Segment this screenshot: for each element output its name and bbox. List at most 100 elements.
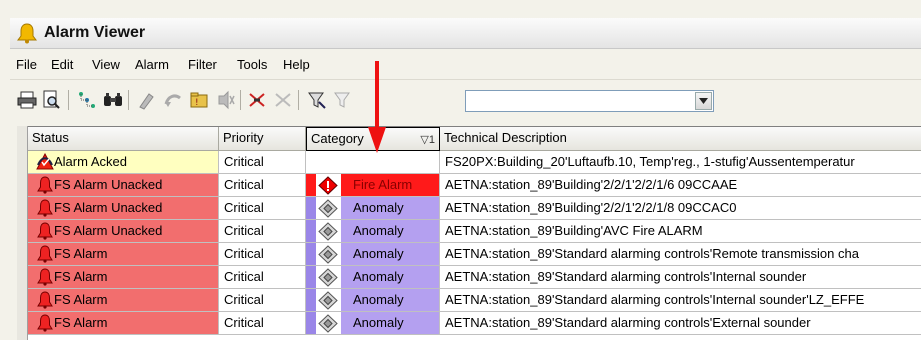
priority-cell[interactable]: Critical xyxy=(219,151,306,174)
column-header-status[interactable]: Status xyxy=(28,127,219,151)
category-label: Anomaly xyxy=(341,220,439,242)
title-bar: Alarm Viewer xyxy=(10,18,921,49)
category-stripe xyxy=(306,289,316,311)
toolbar-separator xyxy=(68,90,69,110)
table-row[interactable]: FS Alarm Critical Anomaly AETNA:station_… xyxy=(18,266,921,289)
bell-icon xyxy=(17,23,37,44)
description-cell[interactable]: FS20PX:Building_20'Luftaufb.10, Temp'reg… xyxy=(440,151,921,174)
alarm-table: Status Priority Category ▽1 Technical De… xyxy=(17,126,921,340)
menu-help[interactable]: Help xyxy=(283,57,310,72)
category-cell[interactable]: Anomaly xyxy=(306,220,440,243)
description-cell[interactable]: AETNA:station_89'Standard alarming contr… xyxy=(440,243,921,266)
category-cell[interactable]: Anomaly xyxy=(306,243,440,266)
svg-text:!: ! xyxy=(195,98,199,108)
unmute-icon[interactable] xyxy=(272,89,294,111)
category-label: Anomaly xyxy=(341,197,439,219)
open-icon[interactable]: ! xyxy=(188,89,210,111)
toolbar-separator xyxy=(128,90,129,110)
anomaly-icon xyxy=(318,199,338,218)
category-cell[interactable]: Anomaly xyxy=(306,197,440,220)
table-row[interactable]: FS Alarm Critical Anomaly AETNA:station_… xyxy=(18,243,921,266)
priority-cell[interactable]: Critical xyxy=(219,289,306,312)
column-header-priority[interactable]: Priority xyxy=(219,127,306,151)
priority-cell[interactable]: Critical xyxy=(219,312,306,335)
row-selector-strip xyxy=(17,126,28,340)
category-cell[interactable]: Fire Alarm xyxy=(306,174,440,197)
print-icon[interactable] xyxy=(16,89,38,111)
table-row[interactable]: FS Alarm Unacked Critical Anomaly AETNA:… xyxy=(18,197,921,220)
category-stripe xyxy=(306,312,316,334)
description-cell[interactable]: AETNA:station_89'Standard alarming contr… xyxy=(440,312,921,335)
table-row[interactable]: Alarm Acked Critical FS20PX:Building_20'… xyxy=(18,151,921,174)
table-row[interactable]: FS Alarm Critical Anomaly AETNA:station_… xyxy=(18,312,921,335)
menu-tools[interactable]: Tools xyxy=(237,57,267,72)
category-cell[interactable]: Anomaly xyxy=(306,289,440,312)
menu-view[interactable]: View xyxy=(92,57,120,72)
priority-cell[interactable]: Critical xyxy=(219,220,306,243)
priority-cell[interactable]: Critical xyxy=(219,174,306,197)
status-cell[interactable]: FS Alarm xyxy=(28,266,219,289)
priority-text: Critical xyxy=(224,246,264,261)
acknowledge-icon[interactable] xyxy=(136,89,158,111)
priority-cell[interactable]: Critical xyxy=(219,243,306,266)
filter-combo[interactable] xyxy=(465,90,714,112)
status-text: FS Alarm xyxy=(54,269,108,284)
alarm-bell-icon xyxy=(36,268,54,286)
clear-filter-icon[interactable] xyxy=(332,89,354,111)
red-arrow-annotation xyxy=(368,61,386,153)
menu-filter[interactable]: Filter xyxy=(188,57,217,72)
menu-edit[interactable]: Edit xyxy=(51,57,73,72)
print-preview-icon[interactable] xyxy=(40,89,62,111)
table-row[interactable]: FS Alarm Unacked Critical Anomaly AETNA:… xyxy=(18,220,921,243)
column-header-priority-label: Priority xyxy=(223,130,264,145)
toolbar: ! xyxy=(10,80,921,118)
table-row[interactable]: FS Alarm Unacked Critical Fire Alarm AET… xyxy=(18,174,921,197)
mute-icon[interactable] xyxy=(246,89,268,111)
category-label: Anomaly xyxy=(341,289,439,311)
description-text: AETNA:station_89'Standard alarming contr… xyxy=(445,269,807,284)
status-cell[interactable]: FS Alarm Unacked xyxy=(28,174,219,197)
table-row[interactable]: FS Alarm Critical Anomaly AETNA:station_… xyxy=(18,289,921,312)
status-cell[interactable]: FS Alarm xyxy=(28,289,219,312)
category-cell[interactable]: Anomaly xyxy=(306,266,440,289)
status-cell[interactable]: FS Alarm xyxy=(28,312,219,335)
status-cell[interactable]: FS Alarm xyxy=(28,243,219,266)
status-cell[interactable]: FS Alarm Unacked xyxy=(28,220,219,243)
filter-icon[interactable] xyxy=(306,89,328,111)
column-header-description[interactable]: Technical Description xyxy=(440,127,921,151)
binoculars-icon[interactable] xyxy=(102,89,124,111)
category-label xyxy=(341,151,439,173)
priority-cell[interactable]: Critical xyxy=(219,266,306,289)
status-cell[interactable]: Alarm Acked xyxy=(28,151,219,174)
anomaly-icon xyxy=(318,314,338,333)
anomaly-icon xyxy=(318,222,338,241)
description-cell[interactable]: AETNA:station_89'Building'2/2/1'2/2/1/8 … xyxy=(440,197,921,220)
priority-cell[interactable]: Critical xyxy=(219,197,306,220)
category-label: Anomaly xyxy=(341,243,439,265)
priority-text: Critical xyxy=(224,269,264,284)
description-cell[interactable]: AETNA:station_89'Building'AVC Fire ALARM xyxy=(440,220,921,243)
category-label: Fire Alarm xyxy=(341,174,439,196)
priority-text: Critical xyxy=(224,177,264,192)
menu-file[interactable]: File xyxy=(16,57,37,72)
silence-icon[interactable] xyxy=(214,89,236,111)
description-cell[interactable]: AETNA:station_89'Standard alarming contr… xyxy=(440,289,921,312)
priority-text: Critical xyxy=(224,223,264,238)
sort-order: 1 xyxy=(428,134,435,146)
chevron-down-icon[interactable] xyxy=(695,92,712,110)
status-text: Alarm Acked xyxy=(54,154,127,169)
status-cell[interactable]: FS Alarm Unacked xyxy=(28,197,219,220)
menu-alarm[interactable]: Alarm xyxy=(135,57,169,72)
description-cell[interactable]: AETNA:station_89'Standard alarming contr… xyxy=(440,266,921,289)
anomaly-icon xyxy=(318,268,338,287)
status-text: FS Alarm Unacked xyxy=(54,223,163,238)
column-header-description-label: Technical Description xyxy=(444,130,567,145)
description-text: FS20PX:Building_20'Luftaufb.10, Temp'reg… xyxy=(445,154,855,169)
tree-icon[interactable] xyxy=(76,89,98,111)
sort-indicator: ▽1 xyxy=(420,133,435,146)
category-cell[interactable]: Anomaly xyxy=(306,312,440,335)
description-cell[interactable]: AETNA:station_89'Building'2/2/1'2/2/1/6 … xyxy=(440,174,921,197)
reset-icon[interactable] xyxy=(162,89,184,111)
alarm-bell-icon xyxy=(36,245,54,263)
description-text: AETNA:station_89'Standard alarming contr… xyxy=(445,292,865,307)
